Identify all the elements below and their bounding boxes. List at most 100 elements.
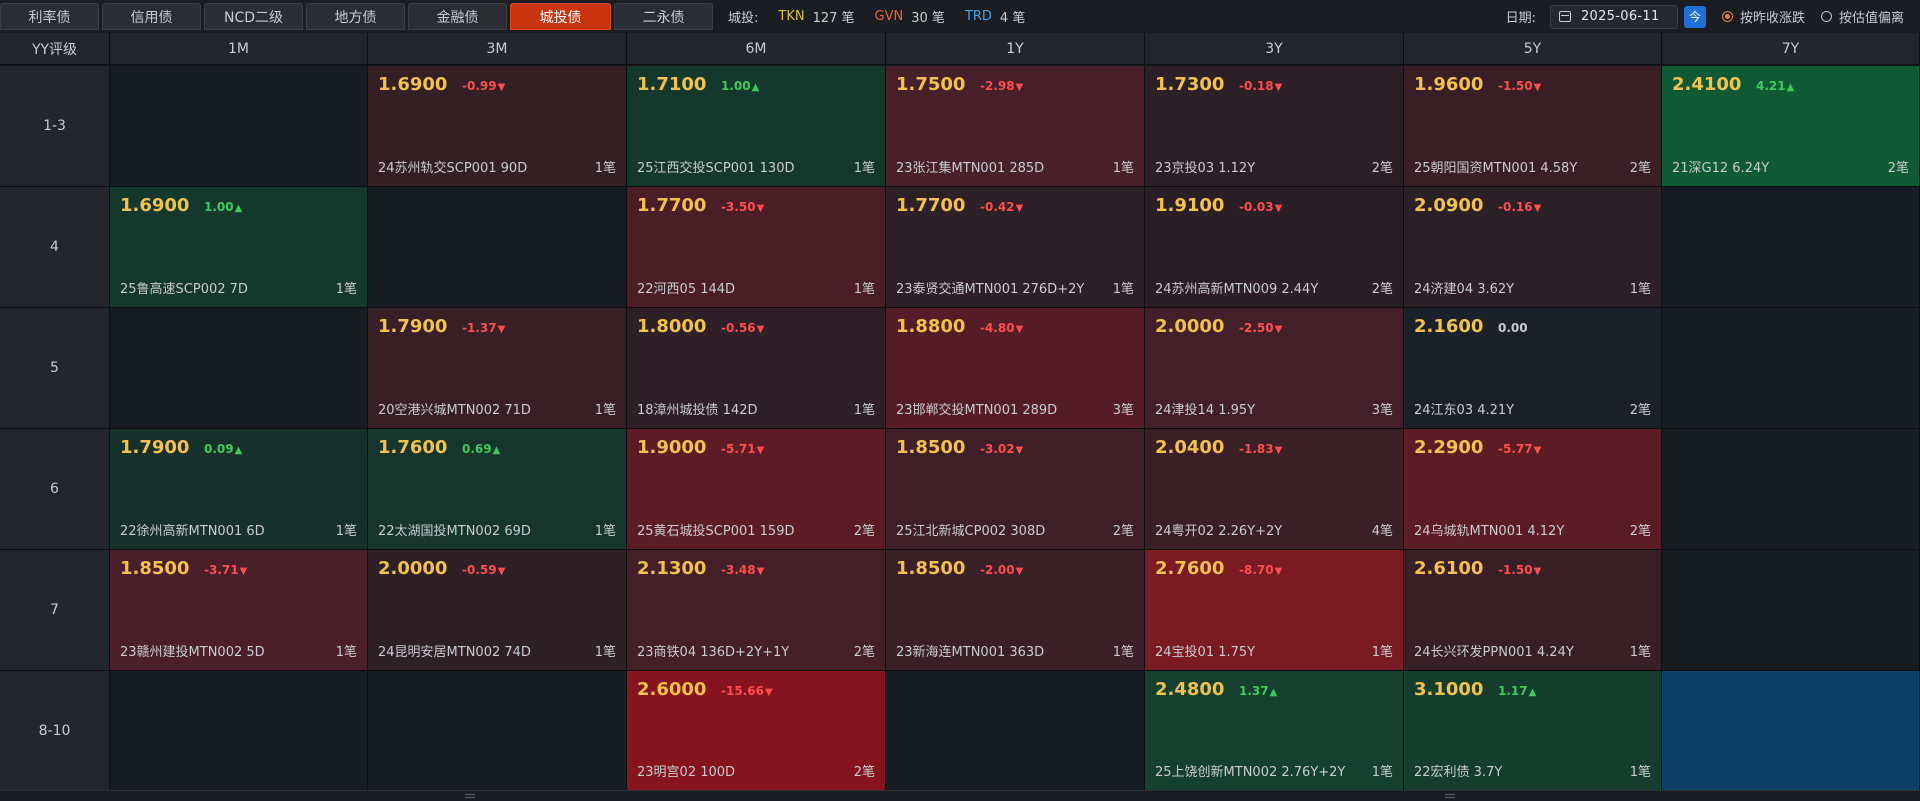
yield-value: 2.4100 (1672, 74, 1742, 95)
arrow-down-icon: ▼ (756, 324, 765, 335)
tenor-header[interactable]: 5Y (1404, 33, 1662, 65)
yield-cell[interactable]: 1.7700 -0.42▼ 23泰贤交通MTN001 276D+2Y 1笔 (886, 187, 1145, 308)
bond-name: 22太湖国投MTN002 69D (378, 524, 531, 539)
tenor-header[interactable]: 7Y (1662, 33, 1920, 65)
trade-count: 2笔 (1887, 161, 1909, 176)
calendar-icon[interactable] (1558, 11, 1571, 22)
bond-name: 25鲁高速SCP002 7D (120, 282, 248, 297)
trade-count: 1笔 (594, 403, 616, 418)
bond-name: 24乌城轨MTN001 4.12Y (1414, 524, 1565, 539)
bond-name: 23张江集MTN001 285D (896, 161, 1045, 176)
yield-cell[interactable]: 1.8500 -2.00▼ 23新海连MTN001 363D 1笔 (886, 550, 1145, 671)
radio-valuation[interactable]: 按估值偏离 (1820, 7, 1904, 26)
tab-5[interactable]: 城投债 (510, 3, 611, 30)
change-text: -1.83 (1239, 442, 1274, 456)
yield-cell[interactable]: 1.8000 -0.56▼ 18漳州城投债 142D 1笔 (627, 308, 886, 429)
date-picker[interactable]: 2025-06-11 (1549, 4, 1678, 29)
yield-cell[interactable]: 2.6100 -1.50▼ 24长兴环发PPN001 4.24Y 1笔 (1404, 550, 1662, 671)
tenor-header[interactable]: 6M (627, 33, 886, 65)
yield-cell[interactable]: 2.0000 -2.50▼ 24津投14 1.95Y 3笔 (1145, 308, 1404, 429)
yield-cell[interactable]: 1.7900 0.09▲ 22徐州高新MTN001 6D 1笔 (110, 429, 368, 550)
trade-count: 1笔 (1112, 161, 1134, 176)
tab-4[interactable]: 金融债 (408, 3, 507, 30)
bond-name: 23赣州建投MTN002 5D (120, 645, 265, 660)
bond-name: 25黄石城投SCP001 159D (637, 524, 795, 539)
bond-name: 23商铁04 136D+2Y+1Y (637, 645, 790, 660)
tenor-header[interactable]: 1Y (886, 33, 1145, 65)
yield-cell[interactable]: 3.1000 1.17▲ 22宏利债 3.7Y 1笔 (1404, 671, 1662, 791)
tab-0[interactable]: 利率债 (0, 3, 99, 30)
trade-count: 1笔 (1629, 765, 1651, 780)
bottom-splitter[interactable] (0, 790, 1920, 801)
yield-cell[interactable]: 2.0400 -1.83▼ 24粤开02 2.26Y+2Y 4笔 (1145, 429, 1404, 550)
yield-cell[interactable]: 2.6000 -15.66▼ 23明宫02 100D 2笔 (627, 671, 886, 791)
tab-6[interactable]: 二永债 (614, 3, 713, 30)
gvn-label: GVN (874, 9, 904, 24)
change-text: -0.99 (462, 79, 497, 93)
radio-prev-close[interactable]: 按昨收涨跌 (1721, 7, 1805, 26)
splitter-grip-icon[interactable] (465, 794, 475, 798)
yield-value: 1.8500 (896, 558, 966, 579)
bond-name: 24粤开02 2.26Y+2Y (1155, 524, 1283, 539)
bond-name: 23新海连MTN001 363D (896, 645, 1045, 660)
tab-3[interactable]: 地方债 (306, 3, 405, 30)
today-button[interactable]: 今 (1683, 5, 1706, 28)
yield-cell[interactable]: 1.8800 -4.80▼ 23邯郸交投MTN001 289D 3笔 (886, 308, 1145, 429)
yield-cell[interactable]: 1.7600 0.69▲ 22太湖国投MTN002 69D 1笔 (368, 429, 627, 550)
arrow-down-icon: ▼ (1274, 82, 1283, 93)
arrow-down-icon: ▼ (756, 566, 765, 577)
yield-cell[interactable]: 1.9100 -0.03▼ 24苏州高新MTN009 2.44Y 2笔 (1145, 187, 1404, 308)
date-label: 日期: (1505, 11, 1536, 26)
yield-cell[interactable]: 2.1600 0.00 24江东03 4.21Y 2笔 (1404, 308, 1662, 429)
yield-cell[interactable]: 1.8500 -3.71▼ 23赣州建投MTN002 5D 1笔 (110, 550, 368, 671)
yield-cell[interactable]: 1.9000 -5.71▼ 25黄石城投SCP001 159D 2笔 (627, 429, 886, 550)
yield-value: 1.9100 (1155, 195, 1225, 216)
yield-cell[interactable]: 1.7500 -2.98▼ 23张江集MTN001 285D 1笔 (886, 66, 1145, 187)
yield-value: 2.7600 (1155, 558, 1225, 579)
yield-cell[interactable]: 2.7600 -8.70▼ 24宝投01 1.75Y 1笔 (1145, 550, 1404, 671)
tenor-header[interactable]: 1M (110, 33, 368, 65)
trade-count: 2笔 (1629, 403, 1651, 418)
yield-cell[interactable]: 1.6900 -0.99▼ 24苏州轨交SCP001 90D 1笔 (368, 66, 627, 187)
change-value: -1.37▼ (462, 321, 505, 335)
date-value: 2025-06-11 (1580, 9, 1660, 24)
tab-1[interactable]: 信用债 (102, 3, 201, 30)
yield-cell[interactable]: 1.7100 1.00▲ 25江西交投SCP001 130D 1笔 (627, 66, 886, 187)
change-text: -4.80 (980, 321, 1015, 335)
yield-cell[interactable]: 2.0000 -0.59▼ 24昆明安居MTN002 74D 1笔 (368, 550, 627, 671)
trade-count: 2笔 (1629, 524, 1651, 539)
tab-2[interactable]: NCD二级 (204, 3, 303, 30)
trade-count: 2笔 (1112, 524, 1134, 539)
yield-cell[interactable]: 1.8500 -3.02▼ 25江北新城CP002 308D 2笔 (886, 429, 1145, 550)
yield-cell[interactable]: 2.0900 -0.16▼ 24济建04 3.62Y 1笔 (1404, 187, 1662, 308)
change-value: -1.50▼ (1498, 563, 1541, 577)
arrow-down-icon: ▼ (756, 445, 765, 456)
empty-cell (368, 187, 627, 308)
yield-value: 2.0000 (378, 558, 448, 579)
yield-cell[interactable]: 2.4100 4.21▲ 21深G12 6.24Y 2笔 (1662, 66, 1920, 187)
yield-value: 2.6100 (1414, 558, 1484, 579)
radio-prev-close-icon[interactable] (1721, 11, 1733, 22)
yield-cell[interactable]: 1.7900 -1.37▼ 20空港兴城MTN002 71D 1笔 (368, 308, 627, 429)
change-text: -2.50 (1239, 321, 1274, 335)
yield-cell[interactable]: 1.9600 -1.50▼ 25朝阳国资MTN001 4.58Y 2笔 (1404, 66, 1662, 187)
yield-cell[interactable]: 2.1300 -3.48▼ 23商铁04 136D+2Y+1Y 2笔 (627, 550, 886, 671)
arrow-up-icon: ▲ (1786, 82, 1795, 93)
bond-name: 21深G12 6.24Y (1672, 161, 1770, 176)
radio-valuation-label: 按估值偏离 (1838, 11, 1904, 26)
bond-name: 24昆明安居MTN002 74D (378, 645, 531, 660)
arrow-up-icon: ▲ (1528, 687, 1537, 698)
summary-category: 城投: (728, 11, 759, 26)
splitter-grip-icon[interactable] (1445, 794, 1455, 798)
yield-value: 2.4800 (1155, 679, 1225, 700)
radio-valuation-icon[interactable] (1820, 11, 1832, 22)
arrow-down-icon: ▼ (1533, 203, 1542, 214)
yield-cell[interactable]: 2.2900 -5.77▼ 24乌城轨MTN001 4.12Y 2笔 (1404, 429, 1662, 550)
yield-cell[interactable]: 1.7700 -3.50▼ 22河西05 144D 1笔 (627, 187, 886, 308)
yield-cell[interactable]: 2.4800 1.37▲ 25上饶创新MTN002 2.76Y+2Y 1笔 (1145, 671, 1404, 791)
yield-cell[interactable]: 1.7300 -0.18▼ 23京投03 1.12Y 2笔 (1145, 66, 1404, 187)
tenor-header[interactable]: 3Y (1145, 33, 1404, 65)
yield-value: 1.6900 (120, 195, 190, 216)
yield-cell[interactable]: 1.6900 1.00▲ 25鲁高速SCP002 7D 1笔 (110, 187, 368, 308)
tenor-header[interactable]: 3M (368, 33, 627, 65)
